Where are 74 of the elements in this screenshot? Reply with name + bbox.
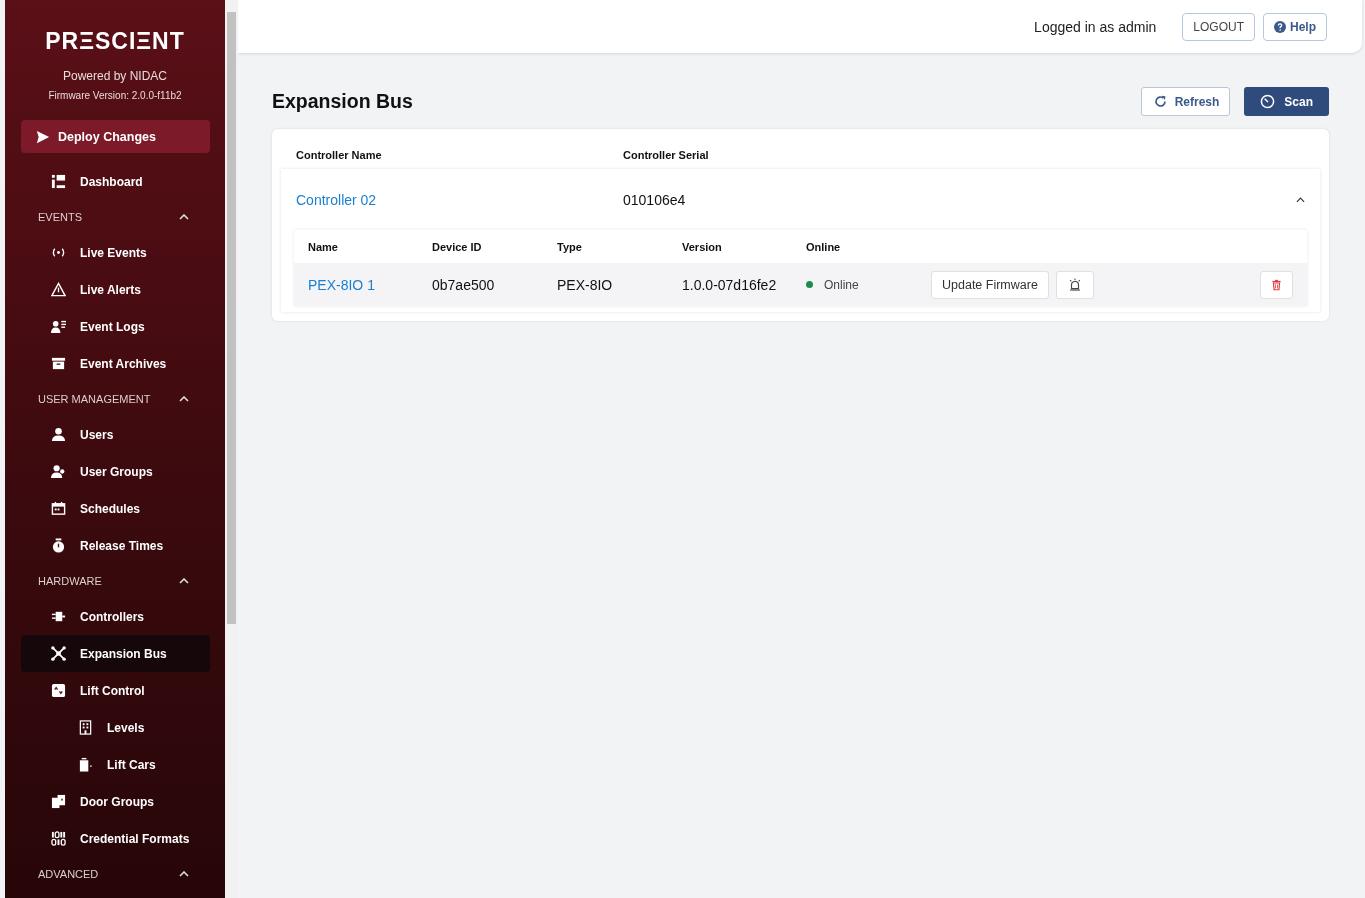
page-title: Expansion Bus bbox=[272, 90, 414, 113]
table-cell-text: 0b7ae500 bbox=[432, 276, 496, 293]
column-header: Type bbox=[557, 240, 583, 253]
section-heading: USER MANAGEMENT bbox=[38, 393, 151, 405]
siren-icon bbox=[1067, 277, 1082, 292]
trash-icon bbox=[1271, 278, 1282, 291]
update-firmware-button[interactable]: Update Firmware bbox=[931, 270, 1049, 299]
logo: PRΞSCIΞNT bbox=[45, 28, 185, 55]
send-icon bbox=[36, 129, 50, 144]
nav-item[interactable]: User Groups bbox=[21, 453, 210, 490]
refresh-button[interactable]: Refresh bbox=[1140, 87, 1231, 116]
alarm-button[interactable] bbox=[1055, 270, 1094, 299]
nav-item[interactable]: Live Events bbox=[21, 234, 210, 271]
nav-item[interactable]: Release Times bbox=[21, 527, 210, 564]
people-icon bbox=[51, 464, 66, 479]
plug-icon bbox=[51, 609, 66, 624]
calendar-icon bbox=[51, 501, 66, 516]
powered-by-text: Powered by NIDAC bbox=[62, 69, 167, 83]
logged-in-text: Logged in as admin bbox=[1034, 18, 1157, 35]
refresh-icon bbox=[1153, 95, 1167, 108]
nav-item[interactable]: Credential Formats bbox=[21, 820, 210, 857]
table-cell-text: PEX-8IO bbox=[557, 276, 614, 293]
network-icon bbox=[51, 646, 66, 661]
chevron-icon[interactable] bbox=[179, 871, 189, 877]
nav-item[interactable]: Event Archives bbox=[21, 345, 210, 382]
nav-item[interactable]: Dashboard bbox=[21, 163, 210, 200]
section-heading: ADVANCED bbox=[38, 868, 99, 880]
column-header: Name bbox=[308, 240, 339, 253]
status-text: Online bbox=[824, 277, 859, 292]
scrollbar[interactable] bbox=[225, 0, 238, 898]
building-icon bbox=[78, 720, 93, 735]
delete-button[interactable] bbox=[1260, 270, 1293, 299]
nav-item[interactable]: Event Logs bbox=[21, 308, 210, 345]
person-list-icon bbox=[51, 319, 66, 334]
nav-item[interactable]: Controllers bbox=[21, 598, 210, 635]
person-icon bbox=[51, 427, 66, 442]
table-cell-text: 010106e4 bbox=[623, 191, 687, 208]
caret-icon[interactable] bbox=[1296, 196, 1305, 203]
nav-item[interactable]: Expansion Bus bbox=[21, 635, 210, 672]
scan-button[interactable]: Scan bbox=[1244, 87, 1329, 116]
deploy-changes-button[interactable]: Deploy Changes bbox=[21, 120, 210, 153]
question-circle-icon bbox=[1274, 20, 1286, 33]
logout-button[interactable]: LOGOUT bbox=[1182, 12, 1255, 41]
device-link[interactable]: PEX-8IO 1 bbox=[308, 276, 375, 293]
chevron-icon[interactable] bbox=[179, 578, 189, 584]
nav-item[interactable]: Levels bbox=[21, 709, 210, 746]
nav-item[interactable]: Live Alerts bbox=[21, 271, 210, 308]
timer-icon bbox=[1260, 94, 1276, 109]
column-header: Online bbox=[806, 240, 842, 253]
nav-item[interactable]: Users bbox=[21, 416, 210, 453]
nav-item[interactable]: Lift Control bbox=[21, 672, 210, 709]
controller-link[interactable]: Controller 02 bbox=[296, 191, 623, 208]
help-button[interactable]: Help bbox=[1263, 12, 1327, 41]
column-header: Controller Serial bbox=[623, 149, 709, 161]
binary-icon bbox=[51, 831, 66, 846]
warning-icon bbox=[51, 282, 66, 297]
archive-box-icon bbox=[51, 356, 66, 371]
nav-item[interactable]: Door Groups bbox=[21, 783, 210, 820]
chevron-icon[interactable] bbox=[179, 214, 189, 220]
firmware-version: Firmware Version: 2.0.0-f11b2 bbox=[48, 90, 182, 101]
list-icon bbox=[51, 174, 66, 189]
nav-item[interactable]: Lift Cars bbox=[21, 746, 210, 783]
door-icon bbox=[51, 794, 66, 809]
stopwatch-icon bbox=[51, 538, 66, 553]
lift-car-icon bbox=[78, 757, 93, 772]
elevator-icon bbox=[51, 683, 66, 698]
section-heading: EVENTS bbox=[38, 211, 82, 223]
column-header: Controller Name bbox=[296, 149, 383, 161]
table-cell-text: 1.0.0-07d16fe2 bbox=[682, 276, 778, 293]
chevron-icon[interactable] bbox=[179, 396, 189, 402]
nav-item[interactable]: Schedules bbox=[21, 490, 210, 527]
column-header: Version bbox=[682, 240, 723, 253]
column-header: Device ID bbox=[432, 240, 483, 253]
section-heading: HARDWARE bbox=[38, 575, 102, 587]
